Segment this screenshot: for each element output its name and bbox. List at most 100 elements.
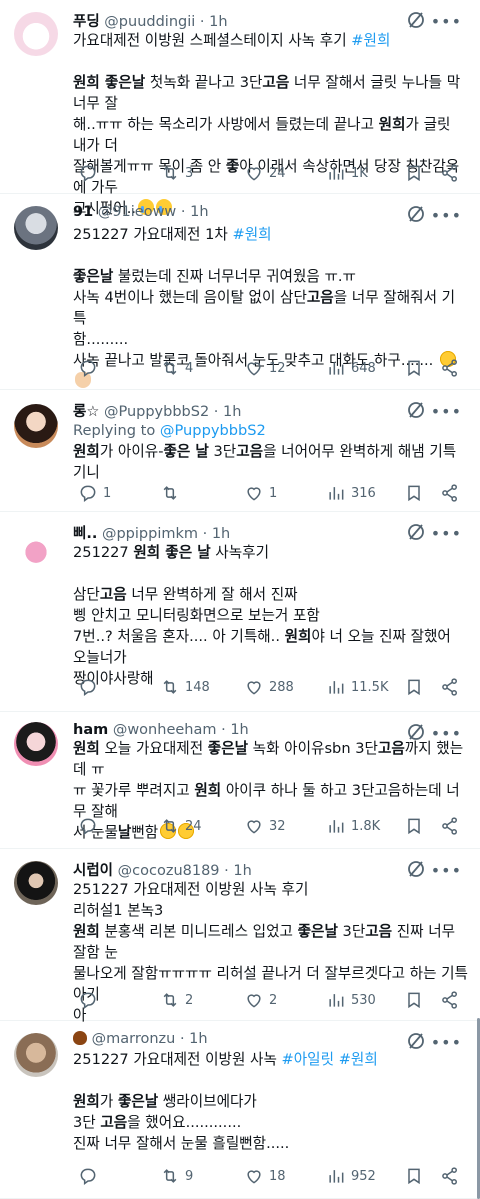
display-name[interactable]: 롱☆ [73,404,99,420]
views-button[interactable]: 316 [321,481,376,505]
highlighted-text: 원희 [73,1093,100,1110]
user-handle[interactable]: @PuppybbbS2 [104,404,209,420]
timestamp[interactable]: 1h [190,204,208,220]
timestamp[interactable]: 1h [212,526,230,542]
like-button[interactable]: 12 [239,356,286,380]
user-handle[interactable]: @ppippimkm [102,526,198,542]
avatar[interactable] [14,1033,58,1077]
share-button[interactable] [435,161,460,185]
like-button[interactable]: 1 [239,481,277,505]
user-handle[interactable]: @wonheeham [113,722,217,738]
grok-icon[interactable] [406,522,426,542]
views-button[interactable]: 952 [321,1164,376,1188]
more-options-icon[interactable]: ••• [431,206,462,225]
tweet[interactable]: 시럽이 @cocozu8189 · 1h ••• 251227 가요대제전 이방원 … [0,849,480,1024]
hashtag-link[interactable]: #원희 [351,32,390,49]
share-button[interactable] [435,1164,460,1188]
more-options-icon[interactable]: ••• [431,12,462,31]
more-options-icon[interactable]: ••• [431,402,462,421]
tweet[interactable]: @marronzu · 1h ••• 251227 가요대제전 이방원 사녹 #아일… [0,1021,480,1199]
replying-to-link[interactable]: @PuppybbbS2 [160,422,266,439]
more-options-icon[interactable]: ••• [431,1033,462,1052]
display-name[interactable]: 시럽이 [73,863,113,879]
avatar[interactable] [14,206,58,250]
bookmark-button[interactable] [399,481,424,505]
views-button[interactable]: 11.5K [321,675,388,699]
avatar[interactable] [14,722,58,766]
share-button[interactable] [435,988,460,1012]
bookmark-button[interactable] [399,675,424,699]
reply-button[interactable] [73,161,103,185]
like-button[interactable]: 32 [239,814,286,838]
more-options-icon[interactable]: ••• [431,524,462,543]
highlighted-text: 원희 좋은 날 [133,544,211,561]
timestamp[interactable]: 1h [233,863,251,879]
tweet[interactable]: 91 @91ieoww · 1h ••• 251227 가요대제전 1차 #원희 좋은… [0,194,480,390]
share-button[interactable] [435,814,460,838]
grok-icon[interactable] [406,859,426,879]
retweet-button[interactable]: 24 [155,814,202,838]
grok-icon[interactable] [406,400,426,420]
tweet[interactable]: 푸딩 @puuddingii · 1h ••• 가요대제전 이방원 스페셜스테이지 … [0,0,480,217]
views-button[interactable]: 648 [321,356,376,380]
timestamp[interactable]: 1h [209,14,227,30]
hashtag-link[interactable]: #원희 [339,1051,378,1068]
views-button[interactable]: 1K [321,161,368,185]
reply-button[interactable] [73,675,103,699]
timestamp[interactable]: 1h [223,404,241,420]
avatar[interactable] [14,528,58,572]
grok-icon[interactable] [406,722,426,742]
like-button[interactable]: 288 [239,675,294,699]
reply-button[interactable]: 1 [73,481,111,505]
grok-icon[interactable] [406,204,426,224]
reply-button[interactable] [73,1164,103,1188]
bookmark-button[interactable] [399,161,424,185]
tweet[interactable]: 롱☆ @PuppybbbS2 · 1h ••• Replying to @Puppy… [0,390,480,512]
retweet-button[interactable]: 4 [155,356,193,380]
retweet-button[interactable]: 9 [155,1164,193,1188]
grok-icon[interactable] [406,1031,426,1051]
reply-button[interactable] [73,356,103,380]
avatar[interactable] [14,404,58,448]
bookmark-button[interactable] [399,356,424,380]
avatar[interactable] [14,12,58,56]
avatar[interactable] [14,861,58,905]
share-button[interactable] [435,675,460,699]
display-name[interactable]: 삐.. [73,526,97,542]
display-name[interactable]: 91 [73,204,93,220]
tweet[interactable]: 삐.. @ppippimkm · 1h ••• 251227 원희 좋은 날 사녹후… [0,512,480,712]
share-button[interactable] [435,356,460,380]
analytics-icon [326,163,346,183]
more-options-icon[interactable]: ••• [431,724,462,743]
display-name[interactable]: ham [73,722,108,738]
user-handle[interactable]: @91ieoww [98,204,177,220]
hashtag-link[interactable]: #원희 [232,226,271,243]
user-handle[interactable]: @cocozu8189 [118,863,220,879]
bookmark-button[interactable] [399,1164,424,1188]
retweet-button[interactable]: 148 [155,675,210,699]
reply-button[interactable] [73,814,103,838]
bookmark-button[interactable] [399,814,424,838]
display-name[interactable]: 푸딩 [73,14,100,30]
views-button[interactable]: 530 [321,988,376,1012]
retweet-button[interactable]: 2 [155,988,193,1012]
more-options-icon[interactable]: ••• [431,861,462,880]
timestamp[interactable]: 1h [189,1031,207,1047]
grok-icon[interactable] [406,10,426,30]
tweet[interactable]: ham @wonheeham · 1h ••• 원희 오늘 가요대제전 좋은날 녹화… [0,712,480,849]
user-handle[interactable]: @puuddingii [104,14,195,30]
views-button[interactable]: 1.8K [321,814,380,838]
like-button[interactable]: 2 [239,988,277,1012]
retweet-button[interactable] [155,481,185,505]
text-line: 7번..? 처울음 혼자.... 아 기특해.. 원희야 너 오늘 진짜 잘했어… [73,626,468,668]
hashtag-link[interactable]: #아일릿 [282,1051,335,1068]
like-button[interactable]: 24 [239,161,286,185]
like-button[interactable]: 18 [239,1164,286,1188]
user-handle[interactable]: @marronzu [92,1031,176,1047]
retweet-button[interactable]: 3 [155,161,193,185]
reply-button[interactable] [73,988,103,1012]
text-segment: 쌩라이브에다가 [158,1093,257,1110]
share-button[interactable] [435,481,460,505]
bookmark-button[interactable] [399,988,424,1012]
timestamp[interactable]: 1h [230,722,248,738]
